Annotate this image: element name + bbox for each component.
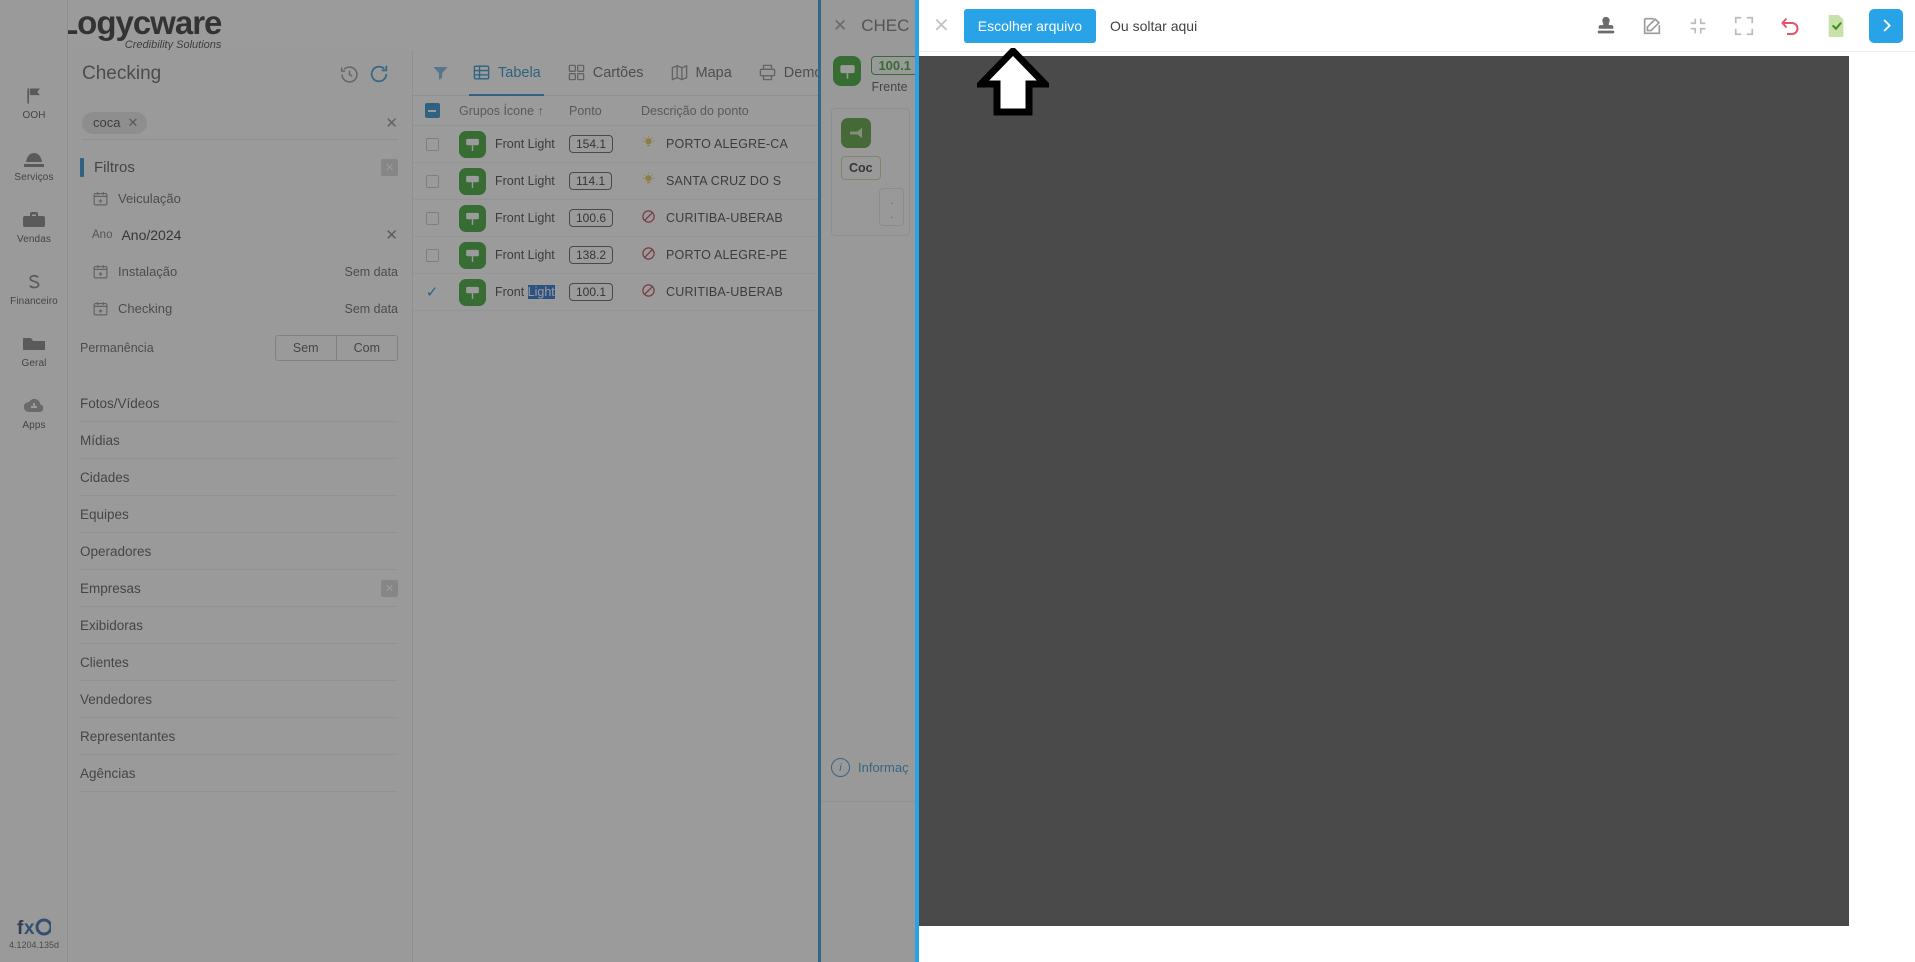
upload-preview-canvas[interactable] xyxy=(919,56,1849,926)
up-arrow-annotation xyxy=(977,48,1049,116)
stamp-icon[interactable] xyxy=(1593,13,1619,39)
drop-hint-label: Ou soltar aqui xyxy=(1110,17,1198,34)
modal-backdrop[interactable] xyxy=(0,0,915,962)
file-upload-overlay: ✕ Escolher arquivo Ou soltar aqui xyxy=(915,0,1915,962)
expand-icon[interactable] xyxy=(1731,13,1757,39)
overlay-close-icon[interactable]: ✕ xyxy=(933,16,950,36)
choose-file-button[interactable]: Escolher arquivo xyxy=(963,8,1097,43)
document-check-icon[interactable] xyxy=(1823,13,1849,39)
overlay-toolbar: ✕ Escolher arquivo Ou soltar aqui xyxy=(919,0,1915,52)
overlay-tool-buttons xyxy=(1593,8,1903,43)
undo-icon[interactable] xyxy=(1777,13,1803,39)
collapse-icon[interactable] xyxy=(1685,13,1711,39)
edit-icon[interactable] xyxy=(1639,13,1665,39)
next-arrow-icon[interactable] xyxy=(1869,8,1903,43)
